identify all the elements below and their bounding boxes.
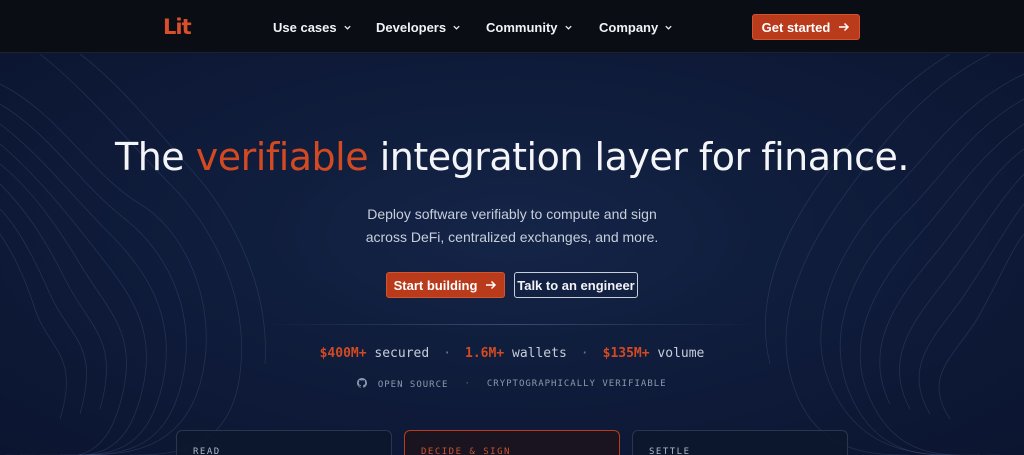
get-started-label: Get started xyxy=(761,19,831,35)
hero-title-accent: verifiable xyxy=(195,135,369,179)
stat-value: $400M+ xyxy=(319,346,367,361)
stat-value: 1.6M+ xyxy=(465,346,505,361)
start-building-label: Start building xyxy=(393,277,478,293)
arrow-right-icon xyxy=(839,22,850,32)
start-building-button[interactable]: Start building xyxy=(386,272,505,298)
chevron-down-icon xyxy=(665,25,672,30)
card-read[interactable]: READ xyxy=(176,430,392,455)
hero-title-pre: The xyxy=(114,135,185,179)
trust-badges: OPEN SOURCE · CRYPTOGRAPHICALLY VERIFIAB… xyxy=(0,378,1024,390)
card-label: DECIDE & SIGN xyxy=(421,447,511,455)
chevron-down-icon xyxy=(453,25,460,30)
github-icon xyxy=(357,378,368,388)
stat-secured: $400M+ secured xyxy=(320,346,430,361)
top-navbar: Lit Use cases Developers Community Compa… xyxy=(0,0,1024,53)
stat-separator: · xyxy=(580,346,589,361)
arrow-right-icon xyxy=(486,280,497,290)
lit-logo[interactable]: Lit xyxy=(163,16,192,38)
hero-subtitle-line-1: Deploy software verifiably to compute an… xyxy=(367,206,657,222)
nav-item-label: Company xyxy=(599,19,659,35)
open-source-label: OPEN SOURCE xyxy=(377,380,449,390)
hero-subtitle-line-2: across DeFi, centralized exchanges, and … xyxy=(365,229,659,245)
hero-divider xyxy=(262,324,762,325)
open-source-badge[interactable]: OPEN SOURCE xyxy=(357,378,448,390)
stat-label: volume xyxy=(657,346,705,361)
chevron-down-icon xyxy=(564,25,572,30)
nav-item-label: Developers xyxy=(376,19,447,35)
chevron-down-icon xyxy=(343,25,351,30)
badge-separator: · xyxy=(464,379,471,389)
card-decide-sign[interactable]: DECIDE & SIGN xyxy=(404,430,620,455)
topographic-lines-decoration xyxy=(0,54,1024,455)
verifiable-badge-label: CRYPTOGRAPHICALLY VERIFIABLE xyxy=(486,379,667,389)
stat-volume: $135M+ volume xyxy=(603,346,705,361)
get-started-button[interactable]: Get started xyxy=(752,14,860,40)
hero-title: The verifiable integration layer for fin… xyxy=(0,135,1024,179)
hero-title-post: integration layer for finance. xyxy=(379,135,910,179)
stat-label: secured xyxy=(374,346,430,361)
card-settle[interactable]: SETTLE xyxy=(632,430,848,455)
talk-to-engineer-button[interactable]: Talk to an engineer xyxy=(514,272,638,298)
nav-item-community[interactable]: Community xyxy=(486,17,573,37)
stat-label: wallets xyxy=(512,346,567,361)
stat-wallets: 1.6M+ wallets xyxy=(465,346,567,361)
stat-separator: · xyxy=(443,346,452,361)
stat-value: $135M+ xyxy=(602,346,650,361)
nav-item-label: Community xyxy=(486,19,558,35)
talk-to-engineer-label: Talk to an engineer xyxy=(517,277,635,293)
card-label: READ xyxy=(193,447,221,455)
stats-row: $400M+ secured · 1.6M+ wallets · $135M+ … xyxy=(0,346,1024,361)
nav-item-company[interactable]: Company xyxy=(599,17,673,37)
nav-item-developers[interactable]: Developers xyxy=(376,17,461,37)
nav-item-label: Use cases xyxy=(273,19,337,35)
hero-subtitle: Deploy software verifiably to compute an… xyxy=(312,203,712,249)
hero-section xyxy=(0,54,1024,455)
nav-item-use-cases[interactable]: Use cases xyxy=(273,17,352,37)
card-label: SETTLE xyxy=(649,447,691,455)
